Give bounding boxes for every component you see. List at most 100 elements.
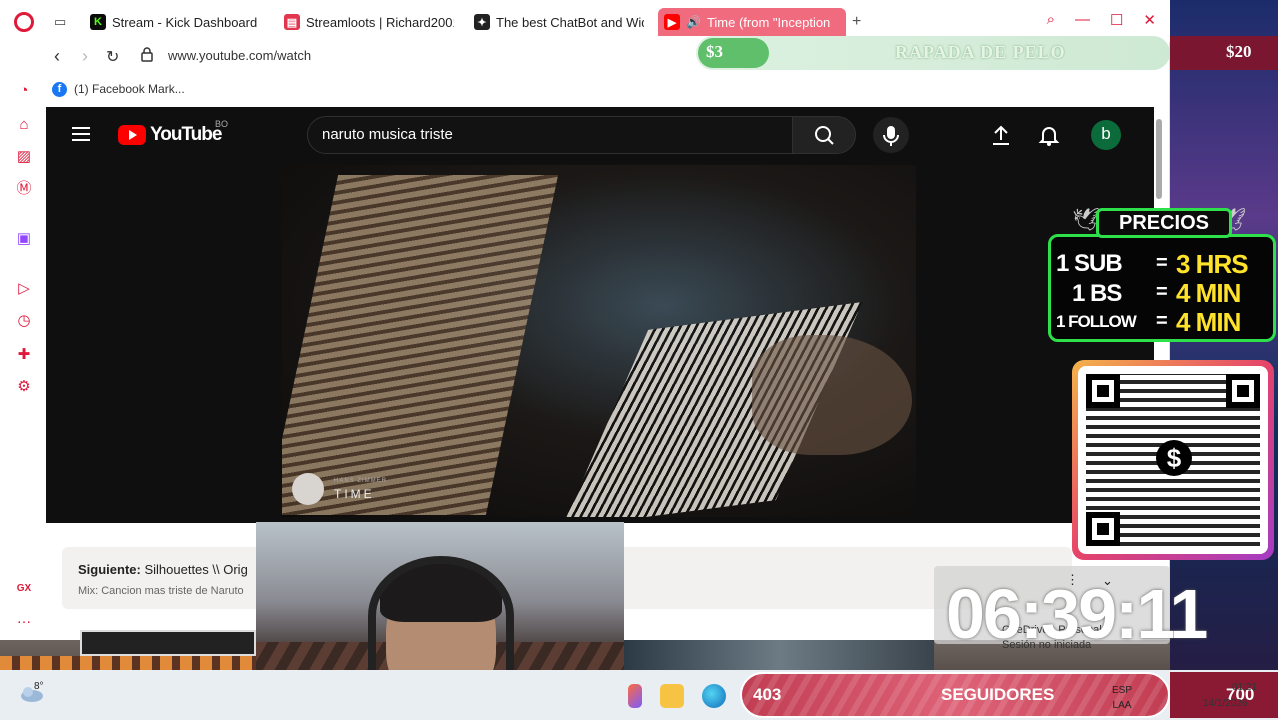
tab-label: Time (from "Inception xyxy=(706,14,831,30)
avatar[interactable]: b xyxy=(1091,120,1121,150)
menu-icon[interactable] xyxy=(72,127,90,141)
tab-label: Streamloots | Richard2001 xyxy=(306,14,454,30)
search-tabs-icon[interactable]: ⌕ xyxy=(1047,11,1055,29)
minimize-button[interactable]: — xyxy=(1075,11,1090,29)
upload-icon[interactable] xyxy=(990,124,1012,146)
temperature: 8° xyxy=(34,681,44,692)
up-next-video: Silhouettes \\ Orig xyxy=(144,562,248,577)
video-player[interactable]: HANS ZIMMER TIME xyxy=(282,165,916,517)
search-icon xyxy=(815,126,834,145)
file-explorer-icon[interactable] xyxy=(660,684,684,708)
qr-image: $ xyxy=(1078,366,1268,554)
tab-youtube-time[interactable]: ▶ 🔊 Time (from "Inception xyxy=(658,8,846,36)
new-tab-button[interactable]: + xyxy=(852,13,861,31)
country-code: BO xyxy=(215,119,229,129)
dollar-icon: $ xyxy=(1156,440,1192,476)
followers-label: SEGUIDORES xyxy=(941,685,1055,704)
reload-icon[interactable]: ↻ xyxy=(106,47,119,67)
twitch-icon[interactable]: ▣ xyxy=(15,230,33,248)
tab-kick-dashboard[interactable]: K Stream - Kick Dashboard xyxy=(84,8,262,36)
back-icon[interactable]: ‹ xyxy=(54,46,60,67)
speed-dial-icon[interactable]: ◔ xyxy=(15,82,33,100)
voice-search-button[interactable] xyxy=(873,117,909,153)
opera-menu-icon[interactable] xyxy=(14,12,34,32)
streamloots-icon: ▤ xyxy=(284,14,300,30)
youtube-logo-text[interactable]: YouTube xyxy=(150,124,222,146)
player-icon[interactable]: ▷ xyxy=(15,280,33,298)
tray-date[interactable]: 14/1/2026 xyxy=(1203,698,1248,709)
address-bar[interactable]: www.youtube.com/watch xyxy=(168,48,311,63)
tab-islands-icon[interactable]: ▭ xyxy=(54,14,70,29)
extensions-icon[interactable]: ✚ xyxy=(15,346,33,364)
tray-time[interactable]: 01:21 xyxy=(1232,682,1257,693)
kick-icon: K xyxy=(90,14,106,30)
youtube-page: YouTube BO naruto musica triste b HANS Z… xyxy=(46,107,1162,523)
tab-label: Stream - Kick Dashboard xyxy=(112,14,258,30)
speaker-icon[interactable]: 🔊 xyxy=(686,15,701,29)
video-title: TIME xyxy=(334,487,375,501)
forward-icon[interactable]: › xyxy=(82,46,88,67)
qr-finder xyxy=(1226,374,1260,408)
goal-target-box xyxy=(1170,36,1278,70)
price-item: 1 BS xyxy=(1072,280,1122,307)
gx-icon[interactable]: GX xyxy=(15,580,33,598)
desktop-background xyxy=(624,640,934,670)
price-value: 3 HRS xyxy=(1176,249,1249,279)
youtube-logo-icon[interactable] xyxy=(118,125,146,145)
youtube-header: YouTube BO naruto musica triste b xyxy=(46,107,1162,199)
video-frame-piano xyxy=(282,175,559,515)
language-code: ESP xyxy=(1112,685,1133,696)
desktop-background xyxy=(0,656,256,670)
prices-title: PRECIOS xyxy=(1096,208,1232,238)
maximize-button[interactable]: ☐ xyxy=(1110,11,1123,29)
search-input[interactable]: naruto musica triste xyxy=(307,116,793,154)
price-value: 4 MIN xyxy=(1176,278,1241,308)
notifications-icon[interactable] xyxy=(1038,124,1060,146)
aria-icon[interactable]: ▨ xyxy=(15,148,33,166)
facebook-icon: f xyxy=(52,81,67,97)
qr-finder xyxy=(1086,374,1120,408)
close-button[interactable]: ✕ xyxy=(1143,11,1156,29)
youtube-icon: ▶ xyxy=(664,14,680,30)
more-options-icon[interactable]: ⋮ xyxy=(1066,572,1079,588)
settings-icon[interactable]: ⚙ xyxy=(15,378,33,396)
scrollbar[interactable] xyxy=(1156,119,1162,199)
video-logo xyxy=(292,473,324,505)
up-next-title: Siguiente: Silhouettes \\ Orig xyxy=(78,562,248,577)
bookmark-facebook[interactable]: (1) Facebook Mark... xyxy=(74,82,185,96)
messenger-icon[interactable]: Ⓜ xyxy=(15,180,33,198)
up-next-label: Siguiente: xyxy=(78,562,141,577)
chevron-down-icon[interactable]: ⌄ xyxy=(1102,573,1113,589)
tab-chatbot[interactable]: ✦ The best ChatBot and Wid xyxy=(468,8,644,36)
price-equals: = xyxy=(1156,281,1168,303)
botrix-icon: ✦ xyxy=(474,14,490,30)
edge-icon[interactable] xyxy=(702,684,726,708)
goal-target: $20 xyxy=(1226,42,1252,61)
tab-label: The best ChatBot and Wid xyxy=(496,14,644,30)
stream-screen: ▭ K Stream - Kick Dashboard ▤ Streamloot… xyxy=(0,0,1278,720)
lock-icon xyxy=(141,47,153,62)
search-button[interactable] xyxy=(792,116,856,154)
goal-title: RAPADA DE PELO xyxy=(895,42,1066,62)
video-frame-hand xyxy=(752,335,912,455)
window-controls: ⌕ — ☐ ✕ xyxy=(1047,11,1156,29)
qr-finder xyxy=(1086,512,1120,546)
goal-current: $3 xyxy=(706,42,723,61)
more-icon[interactable]: … xyxy=(15,610,33,628)
opera-sidebar: ◔ ⌂ ▨ Ⓜ ▣ ▷ ◷ ✚ ⚙ GX … xyxy=(0,70,46,640)
up-next-mix: Mix: Cancion mas triste de Naruto xyxy=(78,585,244,597)
price-equals: = xyxy=(1156,252,1168,274)
bookmarks-bar: f (1) Facebook Mark... xyxy=(46,78,185,100)
input-language[interactable]: ESP LAA xyxy=(1112,683,1132,713)
donation-qr-code: $ xyxy=(1072,360,1274,560)
copilot-icon[interactable] xyxy=(628,684,642,708)
layout-code: LAA xyxy=(1112,700,1132,711)
workspace-icon[interactable]: ⌂ xyxy=(15,116,33,134)
tab-streamloots[interactable]: ▤ Streamloots | Richard2001 xyxy=(278,8,454,36)
mic-icon xyxy=(883,126,899,146)
headset-icon xyxy=(368,556,514,676)
video-composer: HANS ZIMMER xyxy=(334,478,387,484)
history-icon[interactable]: ◷ xyxy=(15,312,33,330)
price-equals: = xyxy=(1156,310,1168,332)
price-item: 1 SUB xyxy=(1056,250,1123,277)
